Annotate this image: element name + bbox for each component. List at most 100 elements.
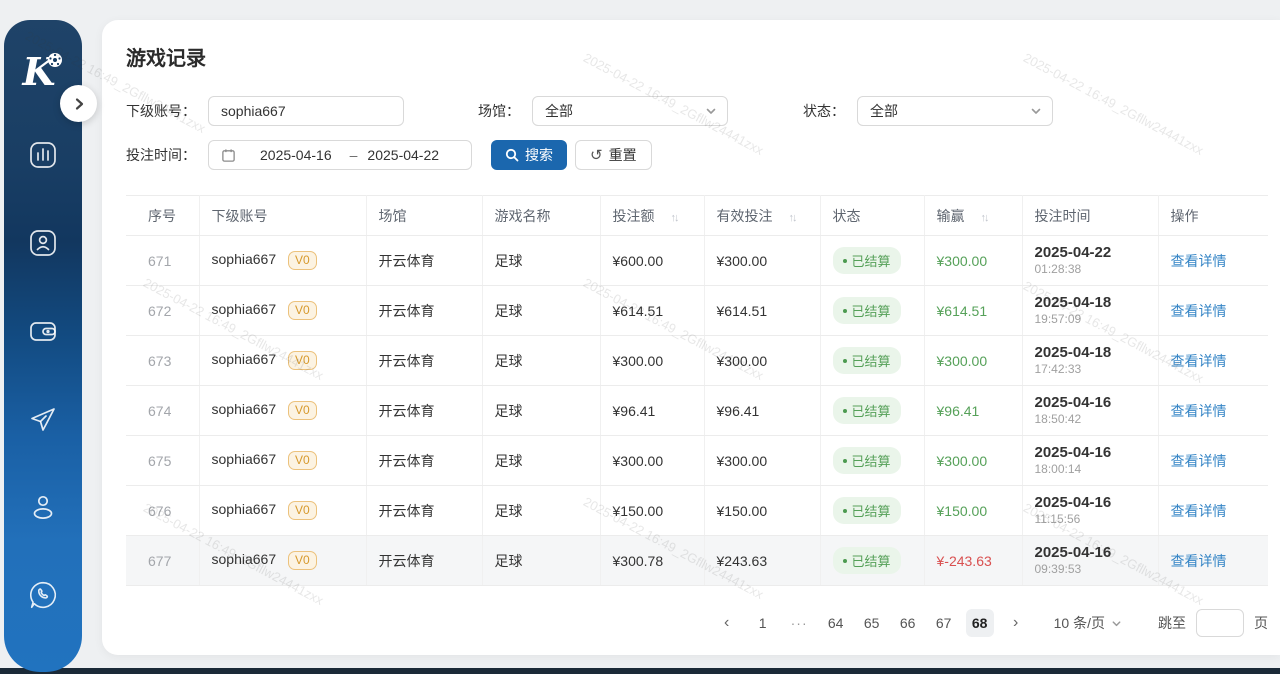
status-dot-icon xyxy=(843,509,847,513)
page-button-67[interactable]: 67 xyxy=(930,609,958,637)
sidebar-item-wallet[interactable] xyxy=(26,314,60,348)
row-valid-amount: ¥300.00 xyxy=(704,236,820,286)
bet-date: 2025-04-16 xyxy=(1035,394,1146,412)
bet-time: 19:57:09 xyxy=(1035,312,1146,327)
prev-page-button[interactable]: ‹ xyxy=(713,609,741,637)
status-select[interactable]: 全部 xyxy=(857,96,1053,126)
reset-button-label: 重置 xyxy=(609,145,637,165)
reset-button[interactable]: ↺ 重置 xyxy=(575,140,652,170)
row-account: sophia667 V0 xyxy=(199,236,366,286)
view-details-link[interactable]: 查看详情 xyxy=(1171,553,1227,569)
view-details-link[interactable]: 查看详情 xyxy=(1171,353,1227,369)
account-name: sophia667 xyxy=(212,301,277,317)
sidebar-item-profile[interactable] xyxy=(26,490,60,524)
search-icon xyxy=(505,148,519,162)
account-label: 下级账号： xyxy=(126,101,196,121)
page-button-64[interactable]: 64 xyxy=(822,609,850,637)
row-status: 已结算 xyxy=(820,286,924,336)
page-button-65[interactable]: 65 xyxy=(858,609,886,637)
account-input[interactable] xyxy=(208,96,404,126)
column-header-label: 输赢 xyxy=(937,208,965,224)
view-details-link[interactable]: 查看详情 xyxy=(1171,303,1227,319)
row-valid-amount: ¥96.41 xyxy=(704,386,820,436)
status-badge: 已结算 xyxy=(833,397,901,424)
bet-time: 11:15:56 xyxy=(1035,512,1146,527)
status-badge: 已结算 xyxy=(833,347,901,374)
column-header-4: 游戏名称 xyxy=(482,196,600,236)
row-account: sophia667 V0 xyxy=(199,536,366,586)
row-index: 672 xyxy=(126,286,199,336)
records-table: 序号下级账号场馆游戏名称投注额↑↓有效投注↑↓状态输赢↑↓投注时间操作 671 … xyxy=(126,195,1268,586)
status-badge: 已结算 xyxy=(833,547,901,574)
reset-icon: ↺ xyxy=(590,148,603,163)
column-header-2: 下级账号 xyxy=(199,196,366,236)
page-button-66[interactable]: 66 xyxy=(894,609,922,637)
row-venue: 开云体育 xyxy=(366,286,482,336)
level-badge: V0 xyxy=(288,451,317,471)
chevron-right-icon xyxy=(70,95,88,113)
jump-page-input[interactable] xyxy=(1196,609,1244,637)
sidebar-item-reports[interactable] xyxy=(26,138,60,172)
row-venue: 开云体育 xyxy=(366,236,482,286)
page-jump: 跳至 页 xyxy=(1158,609,1268,637)
view-details-link[interactable]: 查看详情 xyxy=(1171,253,1227,269)
row-win-amount: ¥614.51 xyxy=(924,286,1022,336)
sidebar-expand-button[interactable] xyxy=(60,85,97,122)
date-range-picker[interactable]: 2025-04-16 – 2025-04-22 xyxy=(208,140,472,170)
venue-select-value: 全部 xyxy=(545,101,573,121)
row-index: 671 xyxy=(126,236,199,286)
page-button-1[interactable]: 1 xyxy=(749,609,777,637)
row-venue: 开云体育 xyxy=(366,336,482,386)
sidebar-item-members[interactable] xyxy=(26,226,60,260)
venue-select[interactable]: 全部 xyxy=(532,96,728,126)
column-header-8[interactable]: 输赢 ↑↓ xyxy=(924,196,1022,236)
view-details-link[interactable]: 查看详情 xyxy=(1171,503,1227,519)
view-details-link[interactable]: 查看详情 xyxy=(1171,403,1227,419)
page-size-select[interactable]: 10 条/页 xyxy=(1054,613,1122,633)
row-bet-amount: ¥150.00 xyxy=(600,486,704,536)
account-name: sophia667 xyxy=(212,551,277,567)
status-dot-icon xyxy=(843,459,847,463)
bar-chart-icon xyxy=(27,139,59,171)
account-name: sophia667 xyxy=(212,351,277,367)
row-account: sophia667 V0 xyxy=(199,286,366,336)
sidebar-item-promotion[interactable] xyxy=(26,402,60,436)
row-game: 足球 xyxy=(482,536,600,586)
page-button-68[interactable]: 68 xyxy=(966,609,994,637)
view-details-link[interactable]: 查看详情 xyxy=(1171,453,1227,469)
sidebar-item-customer-service[interactable] xyxy=(26,578,60,612)
row-bet-amount: ¥614.51 xyxy=(600,286,704,336)
row-index: 673 xyxy=(126,336,199,386)
level-badge: V0 xyxy=(288,401,317,421)
date-end: 2025-04-22 xyxy=(367,147,439,163)
account-name: sophia667 xyxy=(212,401,277,417)
column-header-label: 游戏名称 xyxy=(495,208,551,224)
row-venue: 开云体育 xyxy=(366,386,482,436)
sort-icon[interactable]: ↑↓ xyxy=(981,212,988,224)
column-header-6[interactable]: 有效投注↑↓ xyxy=(704,196,820,236)
date-separator: – xyxy=(350,147,358,163)
row-index: 676 xyxy=(126,486,199,536)
row-bet-amount: ¥300.00 xyxy=(600,436,704,486)
row-action: 查看详情 xyxy=(1158,386,1268,436)
row-game: 足球 xyxy=(482,286,600,336)
account-name: sophia667 xyxy=(212,251,277,267)
row-account: sophia667 V0 xyxy=(199,336,366,386)
status-dot-icon xyxy=(843,409,847,413)
sort-icon[interactable]: ↑↓ xyxy=(789,212,796,224)
table-row: 674 sophia667 V0 开云体育 足球 ¥96.41 ¥96.41 已… xyxy=(126,386,1268,436)
row-action: 查看详情 xyxy=(1158,436,1268,486)
next-page-button[interactable]: › xyxy=(1002,609,1030,637)
table-row: 676 sophia667 V0 开云体育 足球 ¥150.00 ¥150.00… xyxy=(126,486,1268,536)
row-status: 已结算 xyxy=(820,436,924,486)
column-header-5[interactable]: 投注额 ↑↓ xyxy=(600,196,704,236)
search-button[interactable]: 搜索 xyxy=(491,140,567,170)
row-bet-amount: ¥96.41 xyxy=(600,386,704,436)
column-header-label: 投注额 xyxy=(613,208,655,224)
bet-date: 2025-04-18 xyxy=(1035,294,1146,312)
sort-icon[interactable]: ↑↓ xyxy=(671,212,678,224)
column-header-label: 操作 xyxy=(1171,208,1199,224)
row-game: 足球 xyxy=(482,236,600,286)
row-action: 查看详情 xyxy=(1158,536,1268,586)
row-action: 查看详情 xyxy=(1158,336,1268,386)
